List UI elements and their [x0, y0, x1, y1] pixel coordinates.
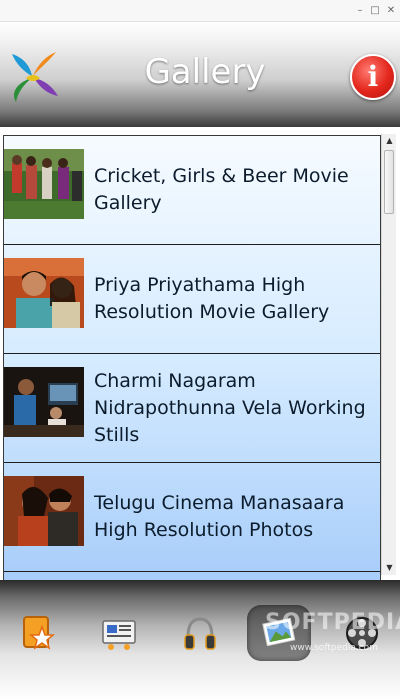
favorites-star-icon — [23, 616, 56, 650]
gallery-thumbnail — [4, 476, 84, 546]
gallery-thumbnail — [4, 258, 84, 328]
app-header: Gallery i — [0, 22, 400, 127]
window-title-bar: – □ ✕ — [0, 0, 400, 22]
softpedia-watermark: SOFTPEDIA — [265, 610, 400, 635]
scroll-up-arrow-icon[interactable]: ▲ — [382, 134, 397, 148]
close-button[interactable]: ✕ — [384, 4, 398, 18]
gallery-list-item[interactable]: Priya Priyathama High Resolution Movie G… — [4, 245, 380, 354]
scrollbar-thumb[interactable] — [384, 150, 394, 214]
page-title: Gallery — [144, 52, 266, 92]
gallery-item-title: Charmi Nagaram Nidrapothunna Vela Workin… — [94, 369, 366, 446]
gallery-item-title: Priya Priyathama High Resolution Movie G… — [94, 274, 330, 323]
info-button[interactable]: i — [350, 54, 396, 100]
minimize-button[interactable]: – — [353, 4, 367, 18]
favorites-button[interactable] — [6, 605, 70, 661]
info-icon: i — [367, 60, 379, 93]
news-button[interactable] — [87, 605, 151, 661]
gallery-item-title: Cricket, Girls & Beer Movie Gallery — [94, 165, 349, 214]
gallery-list-item[interactable]: Charmi Nagaram Nidrapothunna Vela Workin… — [4, 354, 380, 463]
maximize-button[interactable]: □ — [368, 4, 382, 18]
gallery-thumbnail — [4, 367, 84, 437]
gallery-scrollbar[interactable]: ▲ ▼ — [381, 134, 396, 575]
gallery-list-item[interactable]: Cricket, Girls & Beer Movie Gallery — [4, 136, 380, 245]
gallery-item-title: Telugu Cinema Manasaara High Resolution … — [94, 492, 345, 541]
gallery-list-frame: Cricket, Girls & Beer Movie Gallery Priy… — [0, 127, 400, 700]
scroll-down-arrow-icon[interactable]: ▼ — [382, 561, 397, 575]
softpedia-watermark-url: www.softpedia.com — [290, 643, 378, 653]
music-button[interactable] — [168, 605, 232, 661]
music-headphones-icon — [184, 617, 216, 650]
bottom-toolbar: SOFTPEDIA www.softpedia.com — [0, 580, 400, 700]
gallery-thumbnail — [4, 149, 84, 219]
gallery-list-item[interactable]: Telugu Cinema Manasaara High Resolution … — [4, 463, 380, 572]
news-icon — [102, 620, 136, 650]
